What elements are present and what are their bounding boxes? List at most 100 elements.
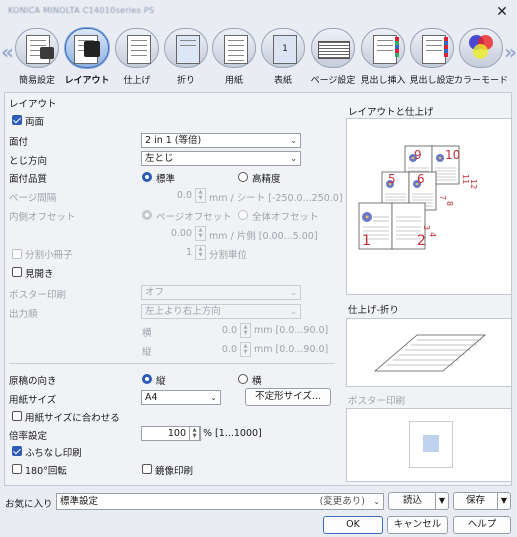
page-number: 2 [417,233,426,249]
page-setting-icon [311,28,355,68]
preview-fold-title: 仕上げ-折り [348,305,399,316]
output-order-select[interactable]: 左上より右上方向 ⌄ [141,304,301,319]
load-button-label: 読込 [403,495,423,506]
zoom-value[interactable]: 100 [142,427,189,440]
chevron-down-icon: ⌄ [290,307,297,316]
tab-finishing[interactable]: 仕上げ [112,27,162,87]
page-number: 6 [417,172,425,186]
quality-high-radio[interactable] [238,172,248,182]
chevron-down-icon: ⌄ [290,288,297,297]
save-button[interactable]: 保存 ▼ [453,492,511,510]
dropdown-arrow-icon[interactable]: ▼ [435,493,448,509]
cancel-button[interactable]: キャンセル [387,516,448,534]
offset-unit: mm / 片側 [0.00...5.00] [209,231,318,242]
tab-layout[interactable]: レイアウト [62,27,112,87]
spinner-arrows-icon[interactable]: ▲ ▼ [189,426,200,441]
page-number: 3 [422,225,431,230]
page-number: 7 [438,195,447,200]
fold-preview [346,318,512,387]
dropdown-arrow-icon[interactable]: ▼ [497,493,510,509]
close-button[interactable]: ✕ [492,2,512,22]
layout-panel: レイアウト 両面 面付 2 in 1 (等倍) ⌄ とじ方向 左とじ ⌄ 面付品質 … [4,92,512,486]
whole-offset-label: 全体オフセット [252,212,319,223]
offset-spinner[interactable]: 0.00 ▲ ▼ [141,226,207,241]
page-number: 10 [445,148,460,162]
tab-fold[interactable]: 折り [161,27,211,87]
tab-page-setting[interactable]: ページ設定 [308,27,358,87]
quick-setting-icon [15,28,59,68]
poster-page-outline [409,421,453,468]
load-button[interactable]: 読込 ▼ [388,492,449,510]
mirror-label: 鏡像印刷 [155,466,194,477]
zoom-label: 倍率設定 [9,431,48,442]
tab-paper[interactable]: 用紙 [209,27,259,87]
paper-size-label: 用紙サイズ [9,395,57,406]
spinner-arrows-icon[interactable]: ▲ ▼ [195,188,206,203]
zoom-spinner[interactable]: 100 ▲ ▼ [141,426,201,441]
page-number: 5 [388,172,396,186]
whole-offset-radio[interactable] [238,210,248,220]
quality-standard-radio[interactable] [142,172,152,182]
duplex-checkbox[interactable] [12,115,22,125]
tab-quick-setting[interactable]: 簡易設定 [12,27,62,87]
spinner-arrows-icon[interactable]: ▲ ▼ [195,245,206,260]
orientation-portrait-radio[interactable] [142,374,152,384]
ok-button[interactable]: OK [323,516,383,534]
orientation-label: 原稿の向き [9,376,57,387]
page-offset-radio[interactable] [142,210,152,220]
rotate180-checkbox[interactable] [12,464,22,474]
tab-tab-insert[interactable]: 見出し挿入 [358,27,408,87]
preview-poster-title: ポスター印刷 [348,396,406,407]
preview-layout-title: レイアウトと仕上げ [348,107,434,118]
section-title: レイアウト [9,99,57,110]
spinner-arrows-icon[interactable]: ▲ ▼ [240,342,251,357]
vertical-value: 0.0 [221,344,237,355]
orientation-landscape-label: 横 [252,376,262,387]
orientation-landscape-radio[interactable] [238,374,248,384]
poster-preview [346,408,512,482]
poster-select[interactable]: オフ ⌄ [141,285,301,300]
mirror-checkbox[interactable] [142,464,152,474]
layout-icon [65,28,109,68]
custom-size-button[interactable]: 不定形サイズ... [245,388,331,406]
split-booklet-spinner[interactable]: 1 ▲ ▼ [141,245,207,260]
page-number: 4 [428,232,437,237]
cover-icon: 1 [261,28,305,68]
color-mode-icon [459,28,503,68]
page-gap-spinner[interactable]: 0.0 ▲ ▼ [141,188,207,203]
page-gap-value: 0.0 [176,190,192,201]
spinner-arrows-icon[interactable]: ▲ ▼ [240,323,251,338]
spread-checkbox[interactable] [12,267,22,277]
duplex-label: 両面 [25,117,45,128]
zoom-unit: % [1...1000] [203,428,262,439]
paper-size-select[interactable]: A4 ⌄ [141,390,221,405]
tab-cover[interactable]: 1 表紙 [258,27,308,87]
split-booklet-checkbox[interactable] [12,249,22,259]
horizontal-unit: mm [0.0...90.0] [254,325,329,336]
borderless-label: ふちなし印刷 [25,448,82,459]
layout-preview: 9 10 5 6 1 2 12 11 8 7 4 3 [346,118,512,295]
favorites-status: (変更あり) [319,496,365,507]
tab-tab-setting[interactable]: 見出し設定 [407,27,457,87]
spinner-arrows-icon[interactable]: ▲ ▼ [195,226,206,241]
booklet-preview-illustration: 9 10 5 6 1 2 12 11 8 7 4 3 [358,145,478,250]
orientation-portrait-label: 縦 [156,376,166,387]
horizontal-spinner[interactable]: 0.0 ▲ ▼ [190,323,252,338]
favorites-select[interactable]: 標準設定 (変更あり) ⌄ [56,493,384,510]
binding-select[interactable]: 左とじ ⌄ [141,151,301,166]
divider [9,363,335,364]
tab-color-mode[interactable]: カラーモード [454,27,508,87]
combination-select[interactable]: 2 in 1 (等倍) ⌄ [141,133,301,148]
combination-label: 面付 [9,137,29,148]
vertical-spinner[interactable]: 0.0 ▲ ▼ [190,342,252,357]
page-number: 9 [414,148,422,162]
page-number: 8 [445,201,454,206]
borderless-checkbox[interactable] [12,446,22,456]
page-number: 1 [362,233,371,249]
help-button[interactable]: ヘルプ [453,516,511,534]
horizontal-value: 0.0 [221,325,237,336]
vertical-unit: mm [0.0...90.0] [254,344,329,355]
fit-paper-checkbox[interactable] [12,411,22,421]
window-title: KONICA MINOLTA C14010series PS [8,6,155,15]
poster-tile [423,435,439,452]
